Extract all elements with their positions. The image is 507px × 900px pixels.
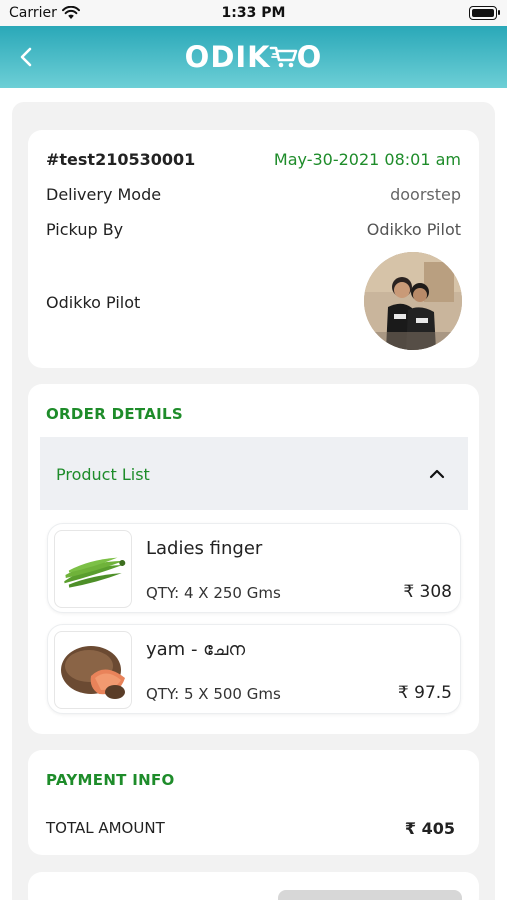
order-id: #test210530001	[46, 150, 196, 169]
pilot-photo	[364, 252, 462, 350]
pilot-avatar	[364, 252, 462, 350]
pickup-by-value: Odikko Pilot	[366, 220, 461, 239]
product-price: ₹ 97.5	[397, 683, 452, 703]
delivery-mode-label: Delivery Mode	[46, 185, 162, 204]
shopping-cart-icon	[269, 42, 299, 76]
clock-time: 1:33 PM	[221, 5, 286, 21]
status-bar: Carrier 1:33 PM	[0, 0, 507, 26]
order-details-title: ORDER DETAILS	[46, 405, 183, 423]
product-item: yam - ചേന QTY: 5 X 500 Gms ₹ 97.5	[47, 624, 461, 714]
order-datetime: May-30-2021 08:01 am	[273, 150, 461, 169]
total-amount-value: ₹ 405	[404, 819, 455, 838]
action-button[interactable]	[278, 890, 462, 900]
logo-text-left: ODIK	[184, 40, 271, 74]
payment-info-title: PAYMENT INFO	[46, 771, 175, 789]
pickup-by-label: Pickup By	[46, 220, 124, 239]
product-qty: QTY: 5 X 500 Gms	[146, 685, 281, 703]
pilot-name: Odikko Pilot	[46, 293, 141, 312]
product-qty: QTY: 4 X 250 Gms	[146, 584, 281, 602]
delivery-mode-value: doorstep	[390, 185, 461, 204]
logo-text-right: O	[296, 40, 323, 74]
product-name: Ladies finger	[146, 538, 263, 559]
product-name: yam - ചേന	[146, 639, 246, 660]
chevron-up-icon[interactable]	[428, 466, 446, 480]
product-item: Ladies finger QTY: 4 X 250 Gms ₹ 308	[47, 523, 461, 613]
yam-image	[54, 631, 132, 709]
app-header: ODIK O	[0, 26, 507, 88]
product-list-label: Product List	[56, 465, 150, 484]
okra-image	[54, 530, 132, 608]
payment-info-card	[28, 750, 479, 855]
total-amount-label: TOTAL AMOUNT	[46, 819, 165, 837]
battery-icon	[469, 6, 500, 20]
odikko-logo: ODIK O	[0, 40, 507, 76]
product-price: ₹ 308	[403, 582, 452, 602]
